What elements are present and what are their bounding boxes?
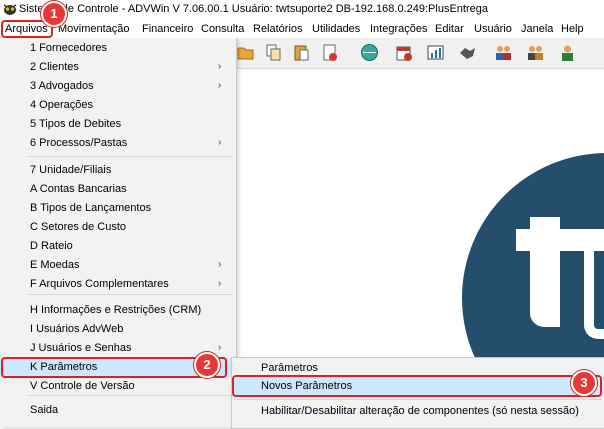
menu-item-e-moedas[interactable]: E Moedas › (0, 256, 236, 275)
menu-item-label: 2 Clientes (30, 61, 79, 73)
menu-separator (28, 294, 232, 295)
annotation-box-parametros (1, 357, 227, 378)
menu-integracoes[interactable]: Integrações (370, 22, 427, 37)
menu-item-3-advogados[interactable]: 3 Advogados › (0, 77, 236, 96)
submenu-item-habilitar[interactable]: Habilitar/Desabilitar alteração de compo… (232, 402, 604, 422)
submenu-separator (234, 399, 602, 400)
annotation-badge-1: 1 (41, 1, 67, 27)
annotation-badge-3: 3 (571, 370, 597, 396)
menu-separator (28, 156, 232, 157)
menu-utilidades[interactable]: Utilidades (312, 22, 360, 37)
menu-item-label: Saida (30, 404, 59, 416)
handshake-icon[interactable] (458, 43, 477, 62)
menu-editar[interactable]: Editar (435, 22, 464, 37)
menu-financeiro[interactable]: Financeiro (142, 22, 193, 37)
menu-item-label: I Usuários AdvWeb (30, 323, 124, 335)
logo-bar (516, 229, 604, 251)
chevron-right-icon: › (218, 137, 222, 148)
annotation-box-novos-parametros (232, 375, 602, 397)
menu-item-2-clientes[interactable]: 2 Clientes › (0, 58, 236, 77)
chevron-right-icon: › (218, 80, 222, 91)
document-icon[interactable] (320, 43, 339, 62)
menu-item-h-informa-es-e-restri-es-crm[interactable]: H Informações e Restrições (CRM) (0, 301, 236, 320)
title-bar: Sistema de Controle - ADVWin V 7.06.00.1… (0, 0, 604, 20)
menu-janela[interactable]: Janela (521, 22, 553, 37)
menu-item-label: 1 Fornecedores (30, 42, 108, 54)
chevron-right-icon: › (218, 259, 222, 270)
chart-icon[interactable] (426, 43, 445, 62)
menu-movimentacao[interactable]: Movimentação (58, 22, 130, 37)
window-title: Sistema de Controle - ADVWin V 7.06.00.1… (19, 3, 488, 15)
menu-item-label: 7 Unidade/Filiais (30, 164, 112, 176)
chevron-right-icon: › (218, 61, 222, 72)
menu-item-label: J Usuários e Senhas (30, 342, 132, 354)
users-group-icon[interactable] (526, 43, 545, 62)
menu-item-label: 3 Advogados (30, 80, 94, 92)
menu-item-c-setores-de-custo[interactable]: C Setores de Custo (0, 218, 236, 237)
user-icon[interactable] (558, 43, 577, 62)
menu-item-label: 4 Operações (30, 99, 93, 111)
users-icon[interactable] (494, 43, 513, 62)
menu-item-f-arquivos-complementares[interactable]: F Arquivos Complementares › (0, 275, 236, 294)
menu-item-label: C Setores de Custo (30, 221, 126, 233)
menu-item-label: 6 Processos/Pastas (30, 137, 128, 149)
menu-item-i-usu-rios-advweb[interactable]: I Usuários AdvWeb (0, 320, 236, 339)
menu-item-6-processos-pastas[interactable]: 6 Processos/Pastas › (0, 134, 236, 153)
menu-relatorios[interactable]: Relatórios (253, 22, 303, 37)
menu-item-1-fornecedores[interactable]: 1 Fornecedores (0, 39, 236, 58)
menu-item-label: B Tipos de Lançamentos (30, 202, 152, 214)
menu-item-label: 5 Tipos de Debites (30, 118, 122, 130)
submenu-item-label: Parâmetros (261, 362, 318, 374)
menu-bar: Arquivos Movimentação Financeiro Consult… (0, 20, 604, 38)
menu-item-7-unidade-filiais[interactable]: 7 Unidade/Filiais (0, 161, 236, 180)
menu-item-5-tipos-de-debites[interactable]: 5 Tipos de Debites (0, 115, 236, 134)
menu-item-d-rateio[interactable]: D Rateio (0, 237, 236, 256)
submenu-item-label: Habilitar/Desabilitar alteração de compo… (261, 405, 579, 417)
menu-separator (28, 395, 232, 396)
menu-item-saida[interactable]: Saida (0, 401, 236, 420)
menu-item-b-tipos-de-lan-amentos[interactable]: B Tipos de Lançamentos (0, 199, 236, 218)
menu-item-label: A Contas Bancarias (30, 183, 127, 195)
menu-help[interactable]: Help (561, 22, 584, 37)
folder-icon[interactable] (236, 43, 255, 62)
app-icon (3, 4, 17, 15)
chevron-right-icon: › (218, 278, 222, 289)
menu-usuario[interactable]: Usuário (474, 22, 512, 37)
menu-item-label: E Moedas (30, 259, 80, 271)
menu-item-label: F Arquivos Complementares (30, 278, 169, 290)
menu-item-label: H Informações e Restrições (CRM) (30, 304, 202, 316)
annotation-badge-2: 2 (194, 352, 220, 378)
calendar-icon[interactable] (394, 43, 413, 62)
chevron-right-icon: › (218, 342, 222, 353)
menu-item-4-opera-es[interactable]: 4 Operações (0, 96, 236, 115)
globe-icon[interactable] (360, 43, 379, 62)
copy-icon[interactable] (264, 43, 283, 62)
paste-icon[interactable] (292, 43, 311, 62)
menu-item-label: V Controle de Versão (30, 380, 135, 392)
menu-item-v-controle-de-vers-o[interactable]: V Controle de Versão (0, 377, 236, 396)
menu-item-a-contas-bancarias[interactable]: A Contas Bancarias (0, 180, 236, 199)
logo-letter-w (584, 249, 604, 339)
toolbar (236, 38, 604, 69)
menu-consulta[interactable]: Consulta (201, 22, 244, 37)
menu-item-label: D Rateio (30, 240, 73, 252)
